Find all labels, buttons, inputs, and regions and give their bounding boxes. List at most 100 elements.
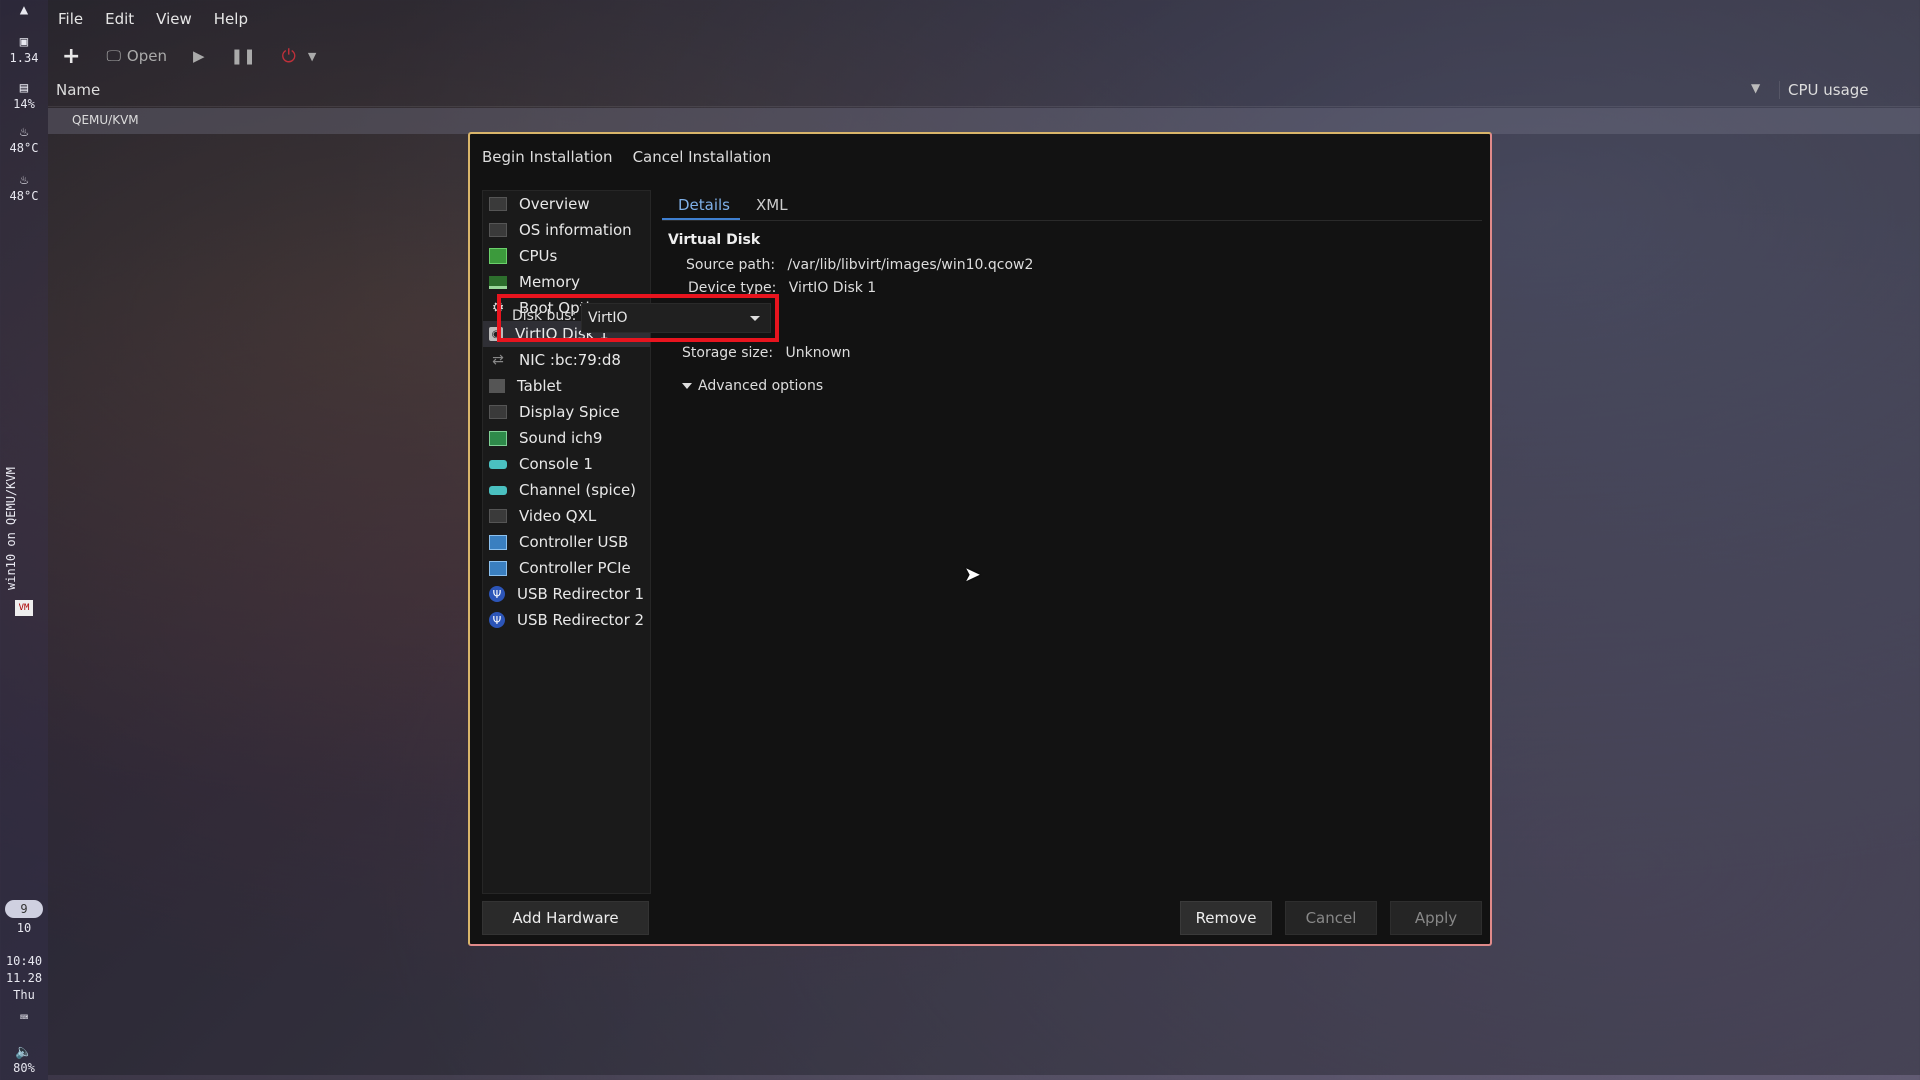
detail-tabs: Details XML — [662, 190, 1482, 221]
memory-widget: ▤ 14% — [0, 80, 48, 112]
thermometer-icon: ♨ — [19, 124, 29, 140]
disk-bus-highlight: Disk bus: VirtIO — [497, 294, 779, 342]
chevron-down-icon: ▼ — [307, 49, 317, 63]
hw-item-usb-redirector-1[interactable]: Ψ USB Redirector 1 — [483, 581, 650, 607]
expander-arrow-icon — [682, 383, 692, 389]
hw-item-usb-redirector-2[interactable]: Ψ USB Redirector 2 — [483, 607, 650, 633]
hw-item-console-1[interactable]: Console 1 — [483, 451, 650, 477]
hw-label: Overview — [519, 195, 590, 213]
remove-button[interactable]: Remove — [1180, 901, 1272, 935]
apply-button[interactable]: Apply — [1390, 901, 1482, 935]
clock-date: 11.28 — [5, 971, 43, 985]
new-vm-button[interactable]: + — [62, 44, 80, 69]
hw-item-tablet[interactable]: Tablet — [483, 373, 650, 399]
open-button[interactable]: 🖵 Open — [106, 47, 167, 65]
hw-label: CPUs — [519, 247, 558, 265]
app-icon[interactable]: VM — [0, 600, 48, 616]
volume-widget[interactable]: 🔈 80% — [0, 1044, 48, 1076]
pause-button[interactable]: ❚❚ — [231, 47, 256, 65]
hw-label: Sound ich9 — [519, 429, 603, 447]
disk-bus-select[interactable]: VirtIO — [581, 303, 771, 333]
clock-weekday: Thu — [13, 988, 35, 1002]
workspace-current[interactable]: 9 — [5, 900, 43, 918]
screen-icon — [489, 405, 507, 419]
controller-icon — [489, 534, 507, 550]
tab-details[interactable]: Details — [678, 196, 730, 214]
cpu-load: 1.34 — [9, 51, 39, 65]
active-tab-indicator — [662, 218, 740, 220]
sound-card-icon — [489, 430, 507, 446]
hw-label: Controller USB — [519, 533, 629, 551]
hw-item-sound-ich9[interactable]: Sound ich9 — [483, 425, 650, 451]
menu-view[interactable]: View — [156, 10, 192, 28]
hw-item-controller-usb[interactable]: Controller USB — [483, 529, 650, 555]
power-icon: ⏻ — [281, 45, 296, 67]
source-path-row: Source path: /var/lib/libvirt/images/win… — [686, 257, 1033, 273]
hw-item-controller-pcie[interactable]: Controller PCIe — [483, 555, 650, 581]
storage-size-value: Unknown — [785, 345, 851, 361]
hw-item-memory[interactable]: Memory — [483, 269, 650, 295]
menu-file[interactable]: File — [58, 10, 83, 28]
keyboard-icon[interactable]: ⌨ — [0, 1010, 48, 1026]
hw-label: Controller PCIe — [519, 559, 631, 577]
storage-size-row: Storage size: Unknown — [682, 345, 851, 361]
hw-label: NIC :bc:79:d8 — [519, 351, 621, 369]
add-hardware-button[interactable]: Add Hardware — [482, 901, 649, 935]
hw-label: OS information — [519, 221, 632, 239]
vm-details-dialog: Begin Installation Cancel Installation O… — [468, 132, 1492, 946]
sort-indicator-icon[interactable]: ▼ — [1751, 81, 1760, 95]
shutdown-menu-button[interactable]: ▼ — [308, 50, 316, 63]
disk-bus-label: Disk bus: — [512, 308, 577, 324]
hw-item-cpus[interactable]: CPUs — [483, 243, 650, 269]
open-label: Open — [126, 47, 167, 65]
speaker-icon: 🔈 — [15, 1044, 33, 1060]
thermometer-icon: ♨ — [19, 172, 29, 188]
hw-label: Memory — [519, 273, 581, 291]
run-button[interactable]: ▶ — [193, 47, 205, 65]
temperature-1: 48°C — [9, 141, 39, 155]
hw-item-os-information[interactable]: OS information — [483, 217, 650, 243]
advanced-options-expander[interactable]: Advanced options — [682, 378, 823, 394]
cpu-usage-column-header[interactable]: CPU usage — [1779, 81, 1869, 99]
tab-xml[interactable]: XML — [756, 196, 788, 214]
controller-icon — [489, 560, 507, 576]
hw-item-video-qxl[interactable]: Video QXL — [483, 503, 650, 529]
storage-size-label: Storage size: — [682, 345, 774, 361]
workspace-total: 10 — [16, 921, 32, 935]
connection-row[interactable]: QEMU/KVM — [48, 108, 1920, 134]
hw-item-channel-spice[interactable]: Channel (spice) — [483, 477, 650, 503]
nic-icon: ⇄ — [492, 352, 504, 368]
hw-item-overview[interactable]: Overview — [483, 191, 650, 217]
volume-level: 80% — [13, 1061, 35, 1075]
temperature-2: 48°C — [9, 189, 39, 203]
clock-time: 10:40 — [5, 954, 43, 968]
dialog-header: Begin Installation Cancel Installation — [482, 148, 771, 166]
cpu-widget: ▣ 1.34 — [0, 34, 48, 66]
cancel-button[interactable]: Cancel — [1285, 901, 1377, 935]
hw-label: Channel (spice) — [519, 481, 637, 499]
hw-label: USB Redirector 1 — [517, 585, 645, 603]
hw-item-display-spice[interactable]: Display Spice — [483, 399, 650, 425]
menubar: File Edit View Help — [48, 0, 270, 38]
window-title-vertical: win10 on QEMU/KVM — [4, 467, 18, 590]
menu-help[interactable]: Help — [214, 10, 248, 28]
begin-installation-button[interactable]: Begin Installation — [482, 148, 613, 166]
temp-widget-1: ♨ 48°C — [0, 124, 48, 156]
cancel-installation-button[interactable]: Cancel Installation — [633, 148, 772, 166]
menu-edit[interactable]: Edit — [105, 10, 134, 28]
shutdown-button[interactable]: ⏻ — [282, 46, 296, 67]
cpu-icon — [489, 248, 507, 264]
mouse-cursor-icon: ➤ — [964, 562, 981, 586]
hw-label: Console 1 — [519, 455, 593, 473]
hw-item-nic[interactable]: ⇄ NIC :bc:79:d8 — [483, 347, 650, 373]
plus-icon: + — [62, 43, 81, 69]
memory-usage: 14% — [13, 97, 35, 111]
arch-logo-icon[interactable]: ▲ — [0, 2, 48, 18]
name-column-header[interactable]: Name — [56, 81, 100, 99]
play-icon: ▶ — [192, 47, 205, 65]
hw-label: Video QXL — [519, 507, 597, 525]
monitor-icon: 🖵 — [106, 47, 121, 65]
hw-label: USB Redirector 2 — [517, 611, 645, 629]
tablet-icon — [489, 379, 505, 393]
system-panel: ▲ ▣ 1.34 ▤ 14% ♨ 48°C ♨ 48°C win10 on QE… — [0, 0, 48, 1080]
